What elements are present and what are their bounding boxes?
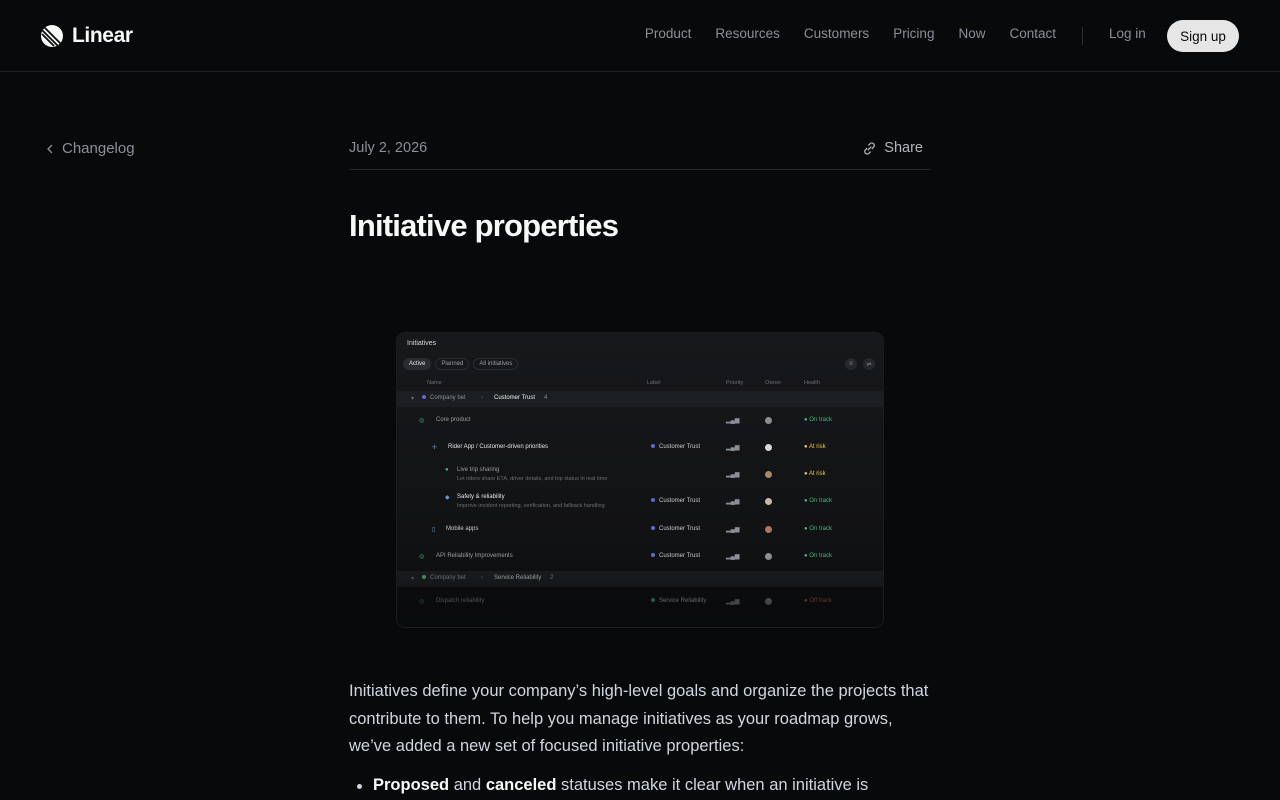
nav-contact[interactable]: Contact (1009, 26, 1056, 41)
nav-customers[interactable]: Customers (804, 26, 869, 41)
chevron-left-icon (47, 144, 53, 153)
screenshot-group-row: ▾ Company bet › Service Reliability 2 (397, 571, 883, 587)
initiatives-screenshot: Initiatives Active Planned All initiativ… (397, 333, 883, 627)
back-to-changelog[interactable]: Changelog (44, 140, 135, 157)
list-item: Proposed and canceled statuses make it c… (349, 772, 933, 800)
nav-pricing[interactable]: Pricing (893, 26, 934, 41)
col-name: Name (427, 380, 442, 386)
intro-paragraph: Initiatives define your company’s high-l… (349, 682, 929, 755)
display-options-icon: ⇌ (863, 358, 875, 370)
nav-links: Product Resources Customers Pricing Now … (645, 26, 1056, 41)
filter-icon: ≡ (845, 358, 857, 370)
screenshot-tools: ≡ ⇌ (845, 358, 875, 370)
col-priority: Priority (726, 380, 744, 386)
signup-button[interactable]: Sign up (1167, 20, 1239, 52)
post-date: July 2, 2026 (349, 140, 428, 156)
post-meta: July 2, 2026 Share (349, 140, 931, 170)
screenshot-tab-active: Active (403, 358, 432, 370)
nav-resources[interactable]: Resources (715, 26, 780, 41)
post-title: Initiative properties (349, 208, 619, 243)
logo-text: Linear (72, 24, 133, 47)
nav-product[interactable]: Product (645, 26, 692, 41)
screenshot-tab-planned: Planned (435, 358, 470, 370)
screenshot-title: Initiatives (407, 340, 437, 347)
screenshot-tab-all: All initiatives (473, 358, 519, 370)
nav-divider (1082, 27, 1083, 45)
link-icon (864, 141, 876, 155)
feature-list: Proposed and canceled statuses make it c… (349, 772, 933, 800)
col-owner: Owner (765, 380, 782, 386)
top-nav: Linear Product Resources Customers Prici… (0, 0, 1280, 72)
linear-logo-icon (41, 25, 63, 47)
screenshot-group-row: ▾ Company bet › Customer Trust 4 (397, 391, 883, 407)
col-label: Label (647, 380, 661, 386)
post-body: Initiatives define your company’s high-l… (349, 678, 933, 799)
nav-now[interactable]: Now (958, 26, 985, 41)
screenshot-tabs: Active Planned All initiatives (403, 358, 519, 370)
back-label: Changelog (62, 140, 135, 157)
screenshot-fade (397, 557, 883, 627)
share-button[interactable]: Share (862, 140, 923, 156)
share-label: Share (884, 140, 923, 156)
logo[interactable]: Linear (40, 24, 133, 48)
login-link[interactable]: Log in (1109, 26, 1146, 41)
col-health: Health (804, 380, 820, 386)
